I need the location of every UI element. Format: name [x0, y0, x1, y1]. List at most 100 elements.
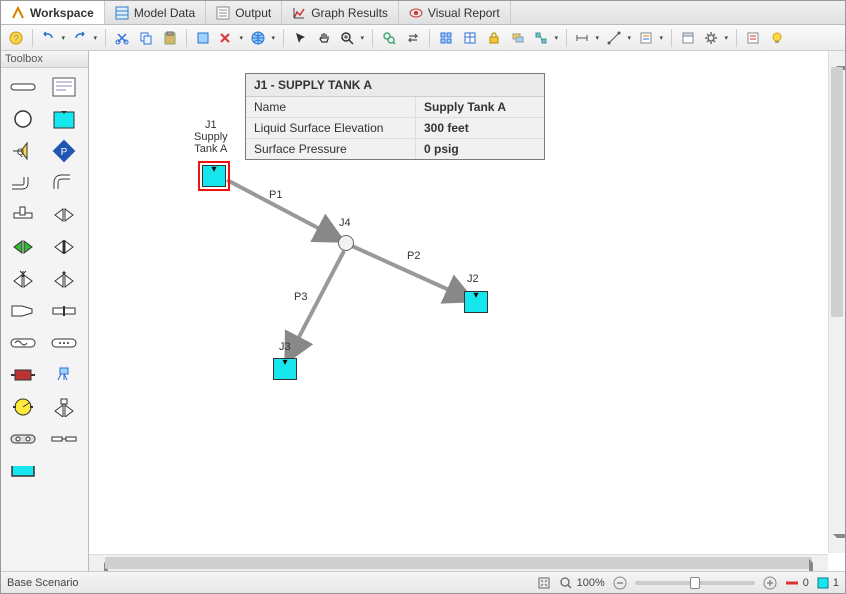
- tool-junction[interactable]: [7, 106, 39, 132]
- tool-meter[interactable]: [7, 426, 39, 452]
- tool-bend[interactable]: [48, 170, 80, 196]
- tab-label: Graph Results: [311, 6, 388, 20]
- form-icon[interactable]: [677, 27, 699, 49]
- tab-label: Output: [235, 6, 271, 20]
- cut-button[interactable]: [111, 27, 133, 49]
- grid-icon[interactable]: [435, 27, 457, 49]
- tab-graph-results[interactable]: Graph Results: [282, 1, 399, 24]
- zoom-indicator[interactable]: 100%: [559, 576, 605, 590]
- tab-visual-report[interactable]: Visual Report: [399, 1, 511, 24]
- delete-button[interactable]: [216, 27, 246, 49]
- tool-annotation[interactable]: [48, 74, 80, 100]
- tab-workspace[interactable]: Workspace: [1, 1, 105, 24]
- lock-icon[interactable]: [483, 27, 505, 49]
- swap-icon[interactable]: [402, 27, 424, 49]
- paste-button[interactable]: [159, 27, 181, 49]
- tool-stop-valve[interactable]: [48, 234, 80, 260]
- node-j3[interactable]: [273, 358, 297, 380]
- align-icon[interactable]: [531, 27, 561, 49]
- toolbox-grid: Q P: [1, 68, 88, 490]
- measure-1-icon[interactable]: [572, 27, 602, 49]
- vertical-scrollbar[interactable]: [828, 51, 845, 553]
- help-icon[interactable]: ?: [5, 27, 27, 49]
- node-j2-label: J2: [467, 273, 479, 285]
- node-j1[interactable]: [202, 165, 226, 187]
- tool-check-valve[interactable]: [7, 234, 39, 260]
- select-all-button[interactable]: [192, 27, 214, 49]
- tool-control-valve[interactable]: [7, 266, 39, 292]
- gear-icon[interactable]: [701, 27, 731, 49]
- tool-valve[interactable]: [48, 202, 80, 228]
- zoom-slider[interactable]: [635, 581, 755, 585]
- table-icon[interactable]: [459, 27, 481, 49]
- workspace-icon: [11, 6, 25, 20]
- data-form-icon[interactable]: [742, 27, 764, 49]
- layers-icon[interactable]: [507, 27, 529, 49]
- find-button[interactable]: [378, 27, 400, 49]
- info-label: Surface Pressure: [246, 138, 416, 159]
- info-label: Liquid Surface Elevation: [246, 117, 416, 138]
- tool-orifice[interactable]: [48, 298, 80, 324]
- tool-spray[interactable]: [48, 362, 80, 388]
- tool-reducer[interactable]: [7, 298, 39, 324]
- status-bar: Base Scenario 100% 0 1: [1, 571, 845, 593]
- tool-tee[interactable]: [7, 202, 39, 228]
- tool-pipe[interactable]: [7, 74, 39, 100]
- tab-label: Model Data: [134, 6, 195, 20]
- info-row-elevation: Liquid Surface Elevation 300 feet: [246, 117, 544, 138]
- copy-button[interactable]: [135, 27, 157, 49]
- output-icon: [216, 6, 230, 20]
- tool-pump-2[interactable]: [7, 394, 39, 420]
- redo-button[interactable]: [70, 27, 100, 49]
- junction-count: 1: [817, 577, 839, 589]
- tool-elbow[interactable]: [7, 170, 39, 196]
- toolbox-panel: Toolbox Q P: [1, 51, 89, 571]
- measure-2-icon[interactable]: [604, 27, 634, 49]
- tool-heat-exchanger[interactable]: [7, 330, 39, 356]
- view-tabs: Workspace Model Data Output Graph Result…: [1, 1, 845, 25]
- app-window: Workspace Model Data Output Graph Result…: [0, 0, 846, 594]
- svg-text:Q: Q: [17, 147, 24, 157]
- info-row-pressure: Surface Pressure 0 psig: [246, 138, 544, 159]
- pointer-tool[interactable]: [289, 27, 311, 49]
- tool-reservoir[interactable]: [7, 458, 39, 484]
- node-j1-label: J1 Supply Tank A: [194, 119, 228, 155]
- list-icon[interactable]: [636, 27, 666, 49]
- tool-flow-source[interactable]: Q: [7, 138, 39, 164]
- node-j3-label: J3: [279, 341, 291, 353]
- tool-tank[interactable]: [48, 106, 80, 132]
- body-area: Toolbox Q P: [1, 51, 845, 571]
- tab-output[interactable]: Output: [206, 1, 282, 24]
- tool-strainer[interactable]: [48, 330, 80, 356]
- tool-pressure-source[interactable]: P: [48, 138, 80, 164]
- pipe-p3[interactable]: [288, 251, 344, 358]
- pipe-p1[interactable]: [227, 180, 339, 239]
- info-value: 0 psig: [416, 138, 544, 159]
- node-j2[interactable]: [464, 291, 488, 313]
- horizontal-scrollbar[interactable]: [89, 554, 828, 571]
- zoom-tool[interactable]: [337, 27, 367, 49]
- tool-pump-1[interactable]: [7, 362, 39, 388]
- tab-label: Workspace: [30, 6, 94, 20]
- node-j4[interactable]: [338, 235, 354, 251]
- tool-connector[interactable]: [48, 426, 80, 452]
- tab-label: Visual Report: [428, 6, 500, 20]
- undo-button[interactable]: [38, 27, 68, 49]
- zoom-out-button[interactable]: [613, 576, 627, 590]
- workspace-canvas[interactable]: J1 Supply Tank A J4 J2 J3 P1 P2 P3 J1 - …: [89, 51, 845, 571]
- tool-valve-ctrl[interactable]: [48, 394, 80, 420]
- lightbulb-icon[interactable]: [766, 27, 788, 49]
- pan-tool[interactable]: [313, 27, 335, 49]
- fit-to-window-button[interactable]: [537, 576, 551, 590]
- web-button[interactable]: [248, 27, 278, 49]
- tool-relief-valve[interactable]: [48, 266, 80, 292]
- info-panel-title: J1 - SUPPLY TANK A: [246, 74, 544, 97]
- zoom-in-button[interactable]: [763, 576, 777, 590]
- info-value: 300 feet: [416, 117, 544, 138]
- node-j4-label: J4: [339, 217, 351, 229]
- pipe-count: 0: [785, 577, 809, 589]
- tab-model-data[interactable]: Model Data: [105, 1, 206, 24]
- eye-icon: [409, 6, 423, 20]
- scenario-label: Base Scenario: [7, 577, 79, 589]
- pipe-p1-label: P1: [269, 189, 282, 201]
